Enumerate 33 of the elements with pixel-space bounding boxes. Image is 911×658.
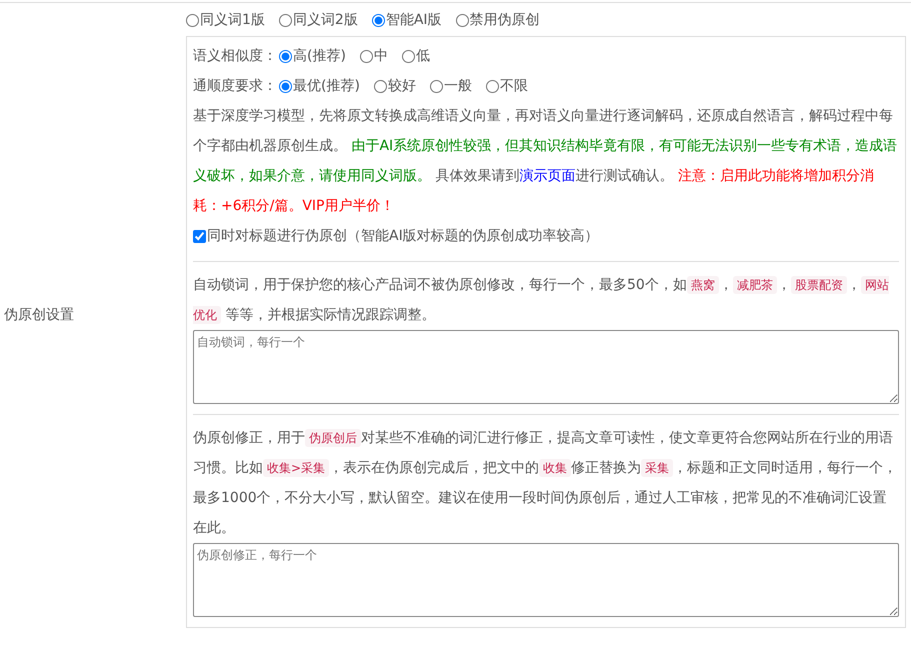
option-label[interactable]: 低 bbox=[416, 46, 430, 66]
corrections-description: 伪原创修正，用于 伪原创后 对某些不准确的词汇进行修正，提高文章可读性，使文章更符合您网站所在行业的用语习惯。比如 收集>采集 ，表示在伪原创完成后，把文中的 收集 修正替换为 采集 ，标题和正文同时适用，每行一个，最多1000个，不分大小写，默认留空。建议在使用一段时间伪原创后，通过人工审核，把常见的不准确词汇设置在此。 bbox=[193, 428, 898, 538]
fluency-radio[interactable] bbox=[279, 80, 292, 92]
checkbox-label[interactable]: 同时对标题进行伪原创（智能AI版对标题的伪原创成功率较高） bbox=[207, 226, 599, 246]
option-label[interactable]: 智能AI版 bbox=[386, 10, 442, 31]
mode-radio[interactable] bbox=[186, 14, 199, 27]
title-checkbox[interactable] bbox=[193, 230, 206, 242]
option-label[interactable]: 中 bbox=[374, 46, 388, 66]
lock-words-description: 自动锁词，用于保护您的核心产品词不被伪原创修改，每行一个，最多50个，如 燕窝 ， 减肥茶 ， 股票配资 ， 网站优化 等等，并根据实际情况跟踪调整。 bbox=[193, 275, 890, 326]
option-label: 语义相似度： bbox=[193, 46, 277, 66]
option-label[interactable]: 不限 bbox=[500, 76, 528, 96]
option-label[interactable]: 较好 bbox=[388, 76, 416, 96]
similarity-radio[interactable] bbox=[279, 50, 292, 62]
lock-words-field[interactable]: 自动锁词，每行一个 bbox=[193, 330, 899, 404]
fluency-radio[interactable] bbox=[486, 80, 499, 92]
mode-radio[interactable] bbox=[372, 14, 385, 27]
similarity-radio[interactable] bbox=[402, 50, 415, 62]
option-label[interactable]: 禁用伪原创 bbox=[470, 10, 540, 31]
option-label[interactable]: 一般 bbox=[444, 76, 472, 96]
similarity-radio[interactable] bbox=[360, 50, 373, 62]
ai-description: 基于深度学习模型，先将原文转换成高维语义向量，再对语义向量进行逐词解码，还原成自然语言，解码过程中每个字都由机器原创生成。 由于AI系统原创性较强，但其知识结构毕竟有限，有可能无法识别一些专有术语，造成语义破坏，如果介意，请使用同义词版。 具体效果请到演示页面进行测试确认。 注意：启用此功能将增加积分消耗：+6积分/篇。VIP用户半价！ bbox=[193, 107, 898, 216]
form-label: 伪原创设置 bbox=[4, 306, 74, 325]
demo-page-link[interactable]: 演示页面 bbox=[519, 168, 576, 184]
fluency-radio[interactable] bbox=[430, 80, 443, 92]
option-label[interactable]: 同义词1版 bbox=[200, 10, 265, 31]
mode-radio[interactable] bbox=[278, 14, 292, 27]
option-label: 通顺度要求： bbox=[193, 76, 277, 96]
option-label[interactable]: 同义词2版 bbox=[292, 10, 358, 31]
option-label[interactable]: 高(推荐) bbox=[293, 46, 346, 66]
option-label[interactable]: 最优(推荐) bbox=[293, 76, 360, 96]
mode-radio[interactable] bbox=[456, 14, 469, 27]
corrections-field[interactable]: 伪原创修正，每行一个 bbox=[193, 543, 899, 617]
fluency-radio[interactable] bbox=[374, 80, 387, 92]
